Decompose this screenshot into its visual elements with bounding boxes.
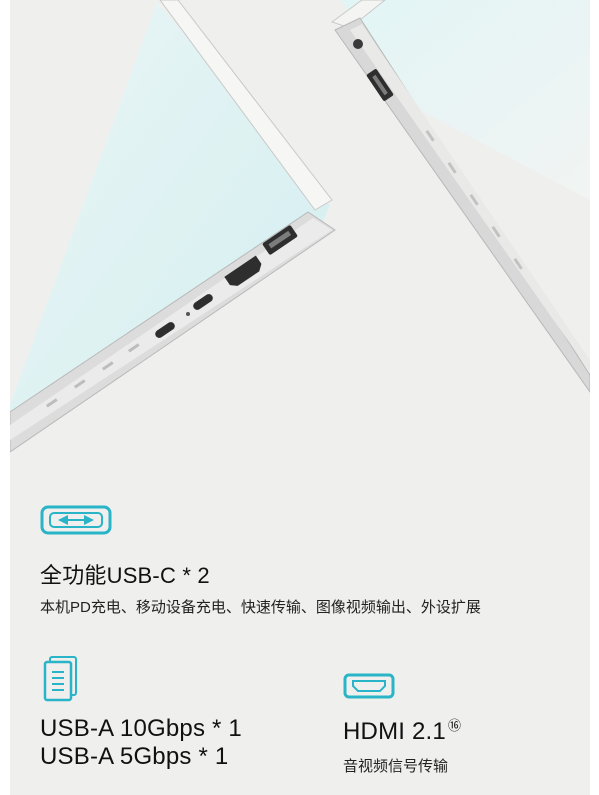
left-laptop [10,0,336,453]
usb-c-port-icon [40,505,112,535]
right-laptop [330,0,590,393]
usb-c-title: 全功能USB-C * 2 [40,563,210,588]
hdmi-description: 音视频信号传输 [343,758,449,775]
usb-c-description: 本机PD充电、移动设备充电、快速传输、图像视频输出、外设扩展 [40,599,481,616]
hdmi-port-icon [343,673,395,699]
usb-a-port-icon [43,656,77,702]
product-panel: 全功能USB-C * 2 本机PD充电、移动设备充电、快速传输、图像视频输出、外… [10,0,590,795]
usb-a-title-line1: USB-A 10Gbps * 1 [40,715,242,742]
hdmi-footnote: ⑯ [447,718,462,733]
usb-a-title-line2: USB-A 5Gbps * 1 [40,743,229,770]
hdmi-title: HDMI 2.1 ⑯ [343,715,461,746]
audio-jack [353,39,363,49]
hdmi-title-text: HDMI 2.1 [343,718,446,745]
laptop-ports-illustration [10,0,590,453]
